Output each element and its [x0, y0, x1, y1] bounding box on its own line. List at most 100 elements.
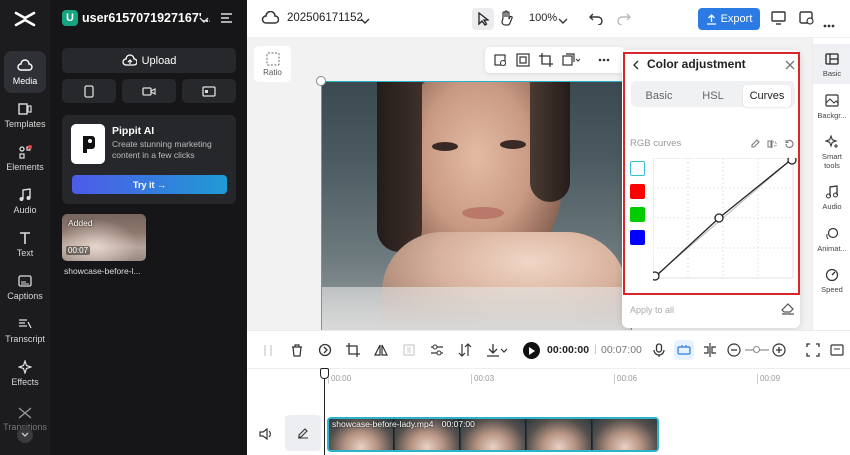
curve-point-mid[interactable]	[714, 213, 724, 223]
phone-upload-button[interactable]	[62, 79, 116, 103]
transitions-icon	[18, 407, 32, 418]
split-center-icon[interactable]	[703, 343, 717, 357]
channel-swatch-red[interactable]	[630, 184, 645, 199]
account-chevron-icon[interactable]	[199, 13, 209, 27]
hand-tool-icon[interactable]	[499, 10, 513, 29]
tab-hsl[interactable]: HSL	[689, 85, 737, 107]
text-icon	[20, 231, 30, 244]
split-icon[interactable]	[262, 344, 274, 357]
play-button[interactable]	[523, 342, 540, 359]
apply-to-all-button[interactable]: Apply to all	[630, 305, 674, 315]
redo-icon[interactable]	[617, 11, 631, 28]
video-preview[interactable]	[321, 81, 632, 331]
layout-settings-icon[interactable]	[799, 11, 814, 28]
timeline-settings-icon[interactable]	[830, 343, 844, 357]
upload-button[interactable]: Upload	[62, 48, 236, 73]
nav-text[interactable]: Text	[0, 223, 50, 265]
record-camera-button[interactable]	[122, 79, 176, 103]
edit-pen-icon[interactable]	[750, 139, 760, 149]
zoom-level[interactable]: 100%	[529, 12, 557, 24]
channel-swatch-white[interactable]	[630, 161, 645, 176]
export-button[interactable]: Export	[698, 8, 760, 30]
eraser-icon[interactable]	[781, 302, 795, 315]
more-options-icon[interactable]	[823, 17, 835, 31]
tool-background[interactable]: Backgr...	[813, 94, 850, 128]
export-label: Export	[720, 13, 753, 25]
cover-edit-button[interactable]	[285, 415, 321, 451]
screen-record-icon	[202, 85, 216, 97]
toolbar-more-icon[interactable]	[598, 58, 610, 62]
fit-timeline-icon[interactable]	[806, 343, 820, 357]
crop-icon[interactable]	[539, 53, 553, 67]
auto-snap-button[interactable]	[674, 340, 694, 360]
nav-captions[interactable]: Captions	[0, 266, 50, 308]
curve-point-black[interactable]	[653, 271, 660, 281]
delete-icon[interactable]	[291, 344, 303, 357]
cloud-save-icon[interactable]	[261, 10, 280, 29]
curves-graph[interactable]	[653, 158, 797, 282]
avatar[interactable]: U	[62, 10, 78, 26]
close-icon[interactable]	[785, 59, 795, 73]
record-screen-button[interactable]	[182, 79, 236, 103]
resize-handle-top-left[interactable]	[316, 76, 326, 86]
reverse-icon[interactable]	[458, 343, 472, 357]
video-clip[interactable]: showcase-before-lady.mp4 00:07:00	[327, 417, 659, 452]
nav-audio[interactable]: Audio	[0, 180, 50, 222]
download-icon[interactable]	[486, 343, 500, 357]
tab-basic[interactable]: Basic	[635, 85, 683, 107]
zoom-out-icon[interactable]	[727, 343, 741, 357]
fit-frame-icon[interactable]	[516, 53, 530, 67]
back-arrow-icon[interactable]	[632, 59, 640, 73]
zoom-chevron-icon[interactable]	[558, 14, 568, 28]
nav-media[interactable]: Media	[4, 51, 46, 93]
ruler-tick: 00:09	[757, 374, 780, 384]
try-it-button[interactable]: Try it →	[72, 175, 227, 194]
tool-smart-tools[interactable]: Smart tools	[813, 135, 850, 173]
nav-effects-label: Effects	[11, 376, 39, 387]
templates-icon	[18, 102, 32, 115]
expand-nav-button[interactable]	[17, 427, 33, 443]
channel-swatch-green[interactable]	[630, 207, 645, 222]
nav-elements[interactable]: Elements	[0, 137, 50, 179]
volume-icon[interactable]	[259, 428, 273, 440]
crop-tool-icon[interactable]	[346, 343, 360, 357]
cursor-icon	[478, 12, 489, 26]
project-chevron-icon[interactable]	[360, 14, 370, 28]
present-screen-icon[interactable]	[771, 11, 786, 28]
tool-animation[interactable]: Animat...	[813, 227, 850, 261]
download-chevron-icon[interactable]	[500, 348, 508, 354]
zoom-in-icon[interactable]	[772, 343, 786, 357]
project-name[interactable]: 202506171152	[287, 12, 363, 24]
playhead-handle[interactable]	[320, 368, 329, 379]
nav-transcript[interactable]: Transcript	[0, 309, 50, 351]
ratio-button[interactable]: Ratio	[254, 46, 291, 82]
tab-curves[interactable]: Curves	[743, 85, 791, 107]
select-tool-button[interactable]	[472, 8, 494, 30]
menu-list-icon[interactable]	[220, 12, 233, 27]
freeze-icon[interactable]	[402, 343, 416, 357]
zoom-slider-thumb[interactable]	[753, 346, 760, 353]
mirror-icon[interactable]	[374, 343, 388, 357]
tool-animation-label: Animat...	[817, 244, 847, 253]
tool-basic[interactable]: Basic	[813, 44, 850, 84]
media-thumbnail[interactable]: Added 00:07	[62, 214, 146, 261]
lips	[462, 207, 504, 219]
tool-speed[interactable]: Speed	[813, 268, 850, 302]
tool-audio[interactable]: Audio	[813, 185, 850, 219]
ruler-tick: 00:06	[614, 374, 637, 384]
adjust-sliders-icon[interactable]	[430, 343, 444, 357]
reset-icon[interactable]	[784, 139, 794, 149]
account-name[interactable]: user6157071927167'...	[82, 11, 210, 25]
replace-media-icon[interactable]	[562, 53, 580, 67]
microphone-icon[interactable]	[653, 343, 665, 358]
channel-swatch-blue[interactable]	[630, 230, 645, 245]
compare-icon[interactable]	[767, 139, 777, 149]
hair-right	[530, 82, 570, 202]
smart-crop-icon[interactable]	[493, 53, 507, 67]
nav-templates[interactable]: Templates	[0, 94, 50, 136]
loop-icon[interactable]	[318, 343, 332, 357]
capcut-logo[interactable]	[13, 8, 37, 33]
nav-effects[interactable]: Effects	[0, 352, 50, 394]
curve-point-white[interactable]	[787, 158, 797, 165]
undo-icon[interactable]	[589, 11, 603, 28]
